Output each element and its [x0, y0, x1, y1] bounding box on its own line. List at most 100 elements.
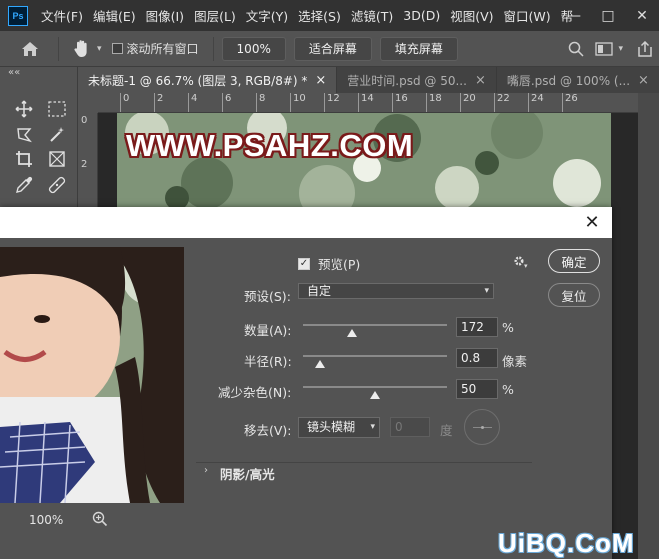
chevron-down-icon[interactable]: ▾ [618, 44, 623, 54]
preview-label: 预览(P) [318, 257, 361, 272]
preset-label: 预设(S): [244, 289, 291, 304]
menu-file[interactable]: 文件(F) [36, 6, 88, 25]
vertical-ruler: 0 2 [78, 113, 98, 213]
chevron-right-icon[interactable]: › [204, 465, 208, 476]
canvas-watermark-text: WWW.PSAHZ.COM [126, 128, 414, 163]
tab-label: 嘴唇.psd @ 100% (... [506, 73, 631, 88]
scroll-all-windows-checkbox[interactable] [111, 43, 123, 54]
options-bar: ▾ 滚动所有窗口 100% 适合屏幕 填充屏幕 ▾ [0, 31, 659, 67]
magic-wand-tool-icon[interactable] [45, 123, 69, 147]
reduce-noise-input[interactable]: 50 [456, 379, 498, 399]
preview-checkbox[interactable]: ✓ [298, 257, 310, 270]
zoom-100-button[interactable]: 100% [221, 36, 286, 61]
close-dialog-icon[interactable]: ✕ [580, 210, 604, 234]
gear-icon[interactable]: ▾ [512, 254, 528, 271]
divider [58, 36, 59, 61]
radius-unit: 像素 [502, 354, 528, 369]
chevron-down-icon[interactable]: ▾ [97, 44, 102, 54]
remove-label: 移去(V): [244, 423, 292, 438]
zoom-in-icon[interactable] [92, 511, 108, 530]
ruler-tick: 2 [81, 159, 88, 170]
preview-zoom-level: 100% [29, 513, 64, 527]
ruler-tick: 22 [494, 93, 510, 112]
menu-layer[interactable]: 图层(L) [189, 6, 241, 25]
menu-window[interactable]: 窗口(W) [499, 6, 556, 25]
search-icon[interactable] [562, 35, 590, 63]
vertical-scrollbar[interactable] [638, 93, 659, 559]
close-window-button[interactable]: ✕ [625, 8, 659, 24]
ruler-tick: 12 [324, 93, 340, 112]
menu-3d[interactable]: 3D(D) [398, 8, 445, 23]
move-tool-icon[interactable] [12, 97, 36, 121]
ruler-tick: 8 [256, 93, 265, 112]
ruler-tick: 20 [460, 93, 476, 112]
reduce-noise-slider-track[interactable] [303, 386, 447, 388]
amount-slider-track[interactable] [303, 324, 447, 326]
collapse-panel-icon[interactable]: «« [8, 67, 20, 78]
close-tab-icon[interactable]: × [475, 73, 486, 88]
tab-lips[interactable]: 嘴唇.psd @ 100% (... × [497, 67, 659, 93]
tab-label: 未标题-1 @ 66.7% (图层 3, RGB/8#) * [88, 73, 308, 88]
tab-untitled-1[interactable]: 未标题-1 @ 66.7% (图层 3, RGB/8#) * × [78, 67, 338, 93]
chevron-down-icon: ▾ [484, 286, 489, 296]
marquee-tool-icon[interactable] [45, 97, 69, 121]
ruler-tick: 16 [392, 93, 408, 112]
radius-input[interactable]: 0.8 [456, 348, 498, 368]
restore-button[interactable]: □ [591, 8, 625, 24]
remove-value: 镜头模糊 [307, 420, 356, 434]
workspace-icon[interactable] [590, 35, 618, 63]
ruler-tick: 24 [528, 93, 544, 112]
share-icon[interactable] [631, 35, 659, 63]
angle-dial [464, 409, 500, 445]
window-controls: — □ ✕ [557, 0, 659, 31]
remove-select[interactable]: 镜头模糊 ▾ [298, 417, 380, 438]
menu-edit[interactable]: 编辑(E) [88, 6, 141, 25]
close-tab-icon[interactable]: × [638, 73, 649, 88]
photoshop-logo-icon[interactable]: Ps [8, 5, 28, 26]
dialog-title-bar[interactable]: ✕ [0, 207, 612, 238]
hand-tool-icon[interactable] [67, 39, 97, 59]
preview-checkbox-row[interactable]: ✓ 预览(P) [298, 254, 360, 273]
angle-input: 0 [390, 417, 430, 437]
healing-brush-tool-icon[interactable] [45, 173, 69, 197]
minimize-button[interactable]: — [557, 8, 591, 24]
close-tab-icon[interactable]: × [315, 73, 326, 88]
lasso-tool-icon[interactable] [12, 123, 36, 147]
amount-label: 数量(A): [244, 323, 292, 338]
reduce-noise-slider-thumb[interactable] [370, 391, 380, 399]
shadows-highlights-section[interactable]: 阴影/高光 [220, 464, 275, 483]
menu-view[interactable]: 视图(V) [445, 6, 498, 25]
fit-screen-button[interactable]: 适合屏幕 [293, 36, 372, 61]
amount-input[interactable]: 172 [456, 317, 498, 337]
menu-type[interactable]: 文字(Y) [241, 6, 293, 25]
ruler-tick: 26 [562, 93, 578, 112]
tab-business-hours[interactable]: 营业时间.psd @ 50... × [337, 67, 497, 93]
smart-sharpen-dialog: ✕ 100% ✓ 预览(P) ▾ 确定 复位 预设(S): 自定 ▾ 数量(A)… [0, 207, 612, 559]
reset-button[interactable]: 复位 [548, 283, 600, 307]
radius-slider-thumb[interactable] [315, 360, 326, 368]
horizontal-ruler: 0 2 4 6 8 10 12 14 16 18 20 22 24 26 [98, 93, 638, 113]
menu-filter[interactable]: 滤镜(T) [346, 6, 398, 25]
amount-unit: % [502, 320, 514, 335]
reduce-noise-label: 减少杂色(N): [218, 385, 292, 400]
ok-button[interactable]: 确定 [548, 249, 600, 273]
radius-slider-track[interactable] [303, 355, 447, 357]
ruler-tick: 10 [290, 93, 306, 112]
angle-dial-center [481, 426, 484, 429]
home-icon[interactable] [10, 36, 50, 62]
menu-select[interactable]: 选择(S) [293, 6, 346, 25]
tab-label: 营业时间.psd @ 50... [347, 73, 467, 88]
ruler-tick: 4 [188, 93, 197, 112]
amount-slider-thumb[interactable] [346, 329, 357, 337]
preset-select[interactable]: 自定 ▾ [298, 283, 494, 299]
fill-screen-button[interactable]: 填充屏幕 [379, 36, 458, 61]
radius-label: 半径(R): [244, 354, 292, 369]
dialog-preview-image[interactable] [0, 247, 184, 503]
ruler-tick: 14 [358, 93, 374, 112]
preset-value: 自定 [307, 284, 332, 298]
crop-tool-icon[interactable] [12, 147, 36, 171]
frame-tool-icon[interactable] [45, 147, 69, 171]
menu-bar: Ps 文件(F) 编辑(E) 图像(I) 图层(L) 文字(Y) 选择(S) 滤… [0, 0, 659, 31]
eyedropper-tool-icon[interactable] [12, 173, 36, 197]
menu-image[interactable]: 图像(I) [141, 6, 189, 25]
